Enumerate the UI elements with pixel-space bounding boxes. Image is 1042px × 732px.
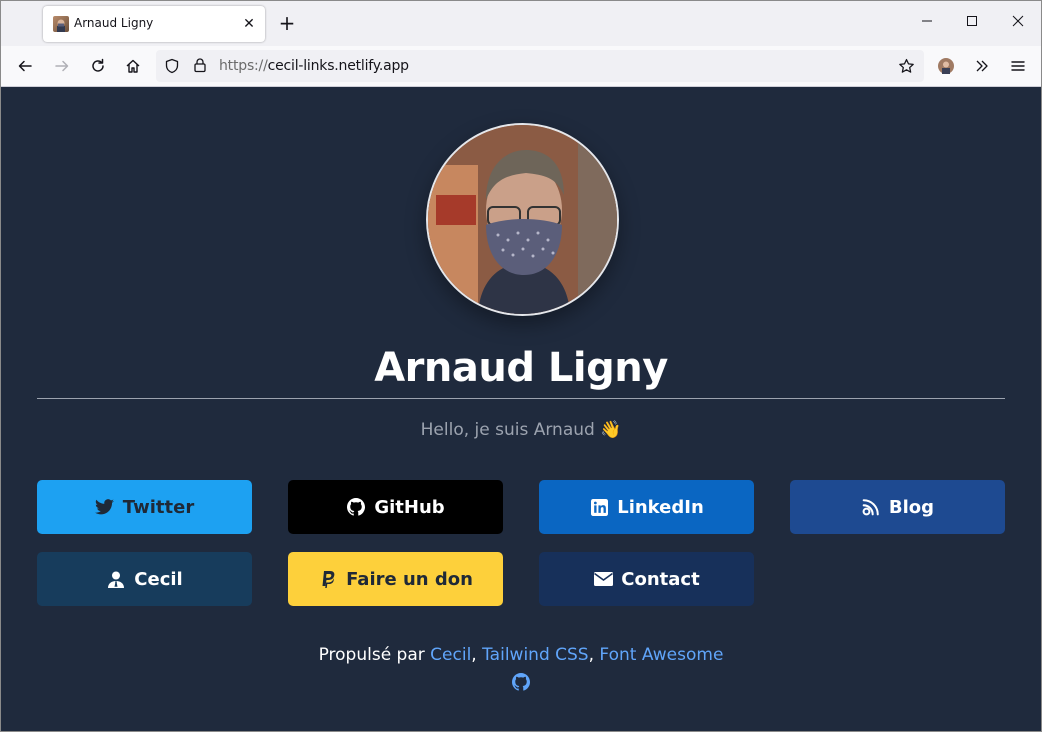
- url-text: https://cecil-links.netlify.app: [219, 58, 409, 74]
- donate-button[interactable]: Faire un don: [288, 552, 503, 606]
- forward-icon[interactable]: [51, 55, 73, 77]
- contact-button[interactable]: Contact: [539, 552, 754, 606]
- tagline: Hello, je suis Arnaud 👋: [420, 420, 622, 440]
- cecil-button[interactable]: Cecil: [37, 552, 252, 606]
- linkedin-icon: [589, 497, 609, 517]
- lock-icon[interactable]: [192, 57, 208, 78]
- blog-icon: [861, 497, 881, 517]
- tab-title: Arnaud Ligny: [74, 16, 154, 30]
- twitter-label: Twitter: [122, 496, 195, 518]
- title-divider: [37, 398, 1005, 399]
- twitter-icon: [95, 497, 115, 517]
- profile-photo: [426, 123, 619, 316]
- footer-separator: ,: [471, 645, 483, 665]
- github-label: GitHub: [374, 496, 445, 518]
- page-title: Arnaud Ligny: [374, 345, 668, 391]
- cecil-label: Cecil: [134, 568, 183, 590]
- back-icon[interactable]: [14, 55, 36, 77]
- paypal-icon: [318, 569, 338, 589]
- footer-credits: Propulsé par Cecil, Tailwind CSS, Font A…: [37, 645, 1005, 665]
- maximize-icon[interactable]: [962, 13, 982, 33]
- tab-strip: Arnaud Ligny ✕ +: [1, 1, 1041, 46]
- footer-github-icon[interactable]: [512, 673, 531, 691]
- url-scheme: https://: [219, 58, 268, 74]
- hamburger-menu-icon[interactable]: [1007, 55, 1029, 77]
- footer-link-fontawesome[interactable]: Font Awesome: [599, 645, 723, 665]
- bookmark-star-icon[interactable]: [898, 58, 915, 80]
- shield-icon[interactable]: [164, 58, 180, 79]
- browser-tab[interactable]: Arnaud Ligny ✕: [43, 6, 265, 42]
- page-content: Arnaud Ligny Hello, je suis Arnaud 👋 Twi…: [1, 87, 1041, 731]
- footer-link-cecil[interactable]: Cecil: [430, 645, 471, 665]
- home-icon[interactable]: [122, 55, 144, 77]
- nav-toolbar: https://cecil-links.netlify.app: [1, 46, 1041, 87]
- address-bar[interactable]: https://cecil-links.netlify.app: [156, 50, 924, 82]
- github-button[interactable]: GitHub: [288, 480, 503, 534]
- footer-link-tailwind[interactable]: Tailwind CSS: [482, 645, 588, 665]
- footer-prefix: Propulsé par: [318, 645, 431, 665]
- close-window-icon[interactable]: [1008, 13, 1028, 33]
- reload-icon[interactable]: [87, 55, 109, 77]
- footer-separator: ,: [588, 645, 600, 665]
- linkedin-button[interactable]: LinkedIn: [539, 480, 754, 534]
- url-host: cecil-links.netlify.app: [267, 58, 409, 74]
- github-icon: [346, 497, 366, 517]
- contact-label: Contact: [621, 568, 700, 590]
- linkedin-label: LinkedIn: [617, 496, 704, 518]
- minimize-icon[interactable]: [917, 13, 937, 33]
- twitter-button[interactable]: Twitter: [37, 480, 252, 534]
- blog-button[interactable]: Blog: [790, 480, 1005, 534]
- user-icon: [106, 569, 126, 589]
- new-tab-icon[interactable]: +: [277, 13, 297, 34]
- envelope-icon: [593, 569, 613, 589]
- tab-close-icon[interactable]: ✕: [241, 15, 257, 31]
- favicon-icon: [53, 16, 69, 32]
- account-avatar-icon[interactable]: [935, 55, 957, 77]
- browser-window: Arnaud Ligny ✕ + https://cecil-links.net…: [0, 0, 1042, 732]
- blog-label: Blog: [888, 496, 935, 518]
- donate-label: Faire un don: [346, 568, 473, 590]
- overflow-chevrons-icon[interactable]: [971, 55, 993, 77]
